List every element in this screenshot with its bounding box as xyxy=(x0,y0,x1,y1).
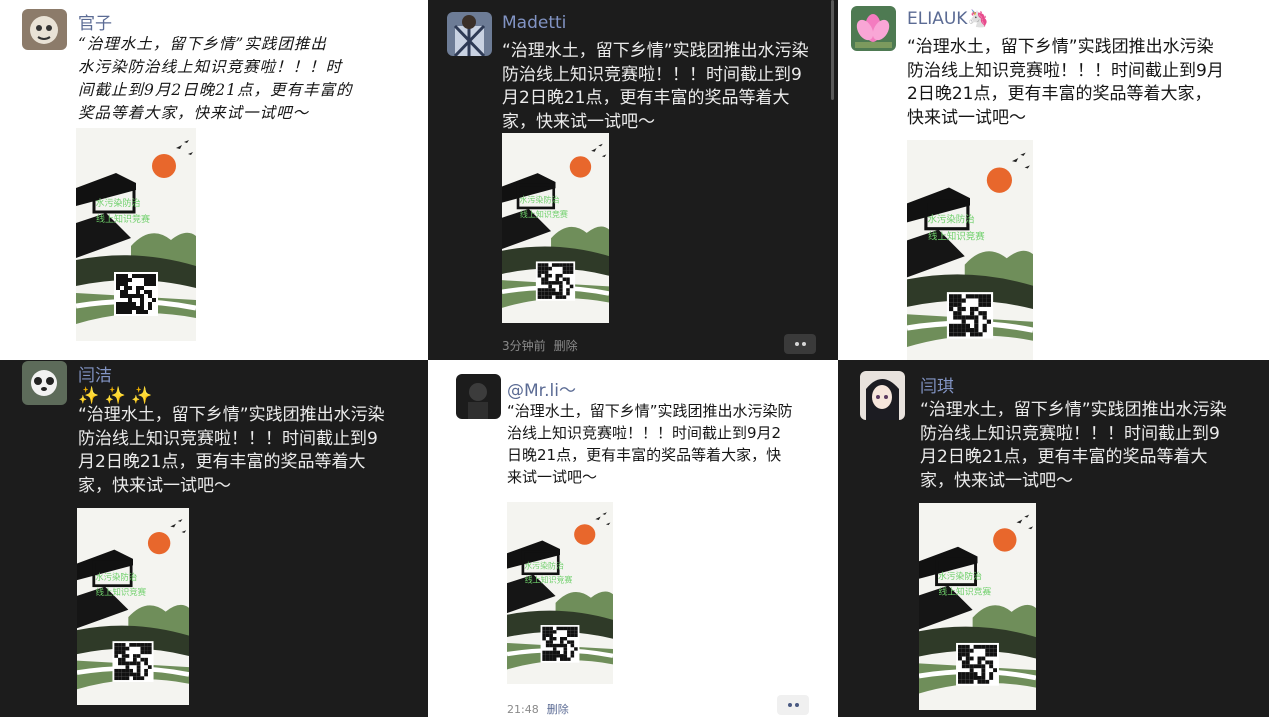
avatar-image xyxy=(22,9,67,50)
poster-title-1: 水污染防治 xyxy=(95,197,140,209)
sun-icon xyxy=(986,167,1012,193)
moment-post-6: 闫琪 “治理水土，留下乡情”实践团推出水污染 防治线上知识竞赛啦！！！时间截止到… xyxy=(838,360,1269,717)
poster-art: 水污染防治线上知识竞赛 xyxy=(918,503,1037,710)
post-text: “治理水土，留下乡情”实践团推出 水污染防治线上知识竞赛啦！！！时 间截止到9月… xyxy=(78,35,353,122)
poster-title-2: 线上知识竞赛 xyxy=(96,213,150,225)
poster-title-2: 线上知识竞赛 xyxy=(96,587,147,597)
moment-post-2: Madetti “治理水土，留下乡情”实践团推出水污染 防治线上知识竞赛啦！！！… xyxy=(428,0,838,360)
user-name[interactable]: ELIAUK🦄 xyxy=(907,9,989,29)
post-meta: 21:48 删除 xyxy=(507,701,569,717)
poster-image[interactable]: 水污染防治线上知识竞赛 xyxy=(76,508,190,705)
more-dots-icon[interactable] xyxy=(777,695,809,715)
poster-image[interactable]: 水污染防治线上知识竞赛 xyxy=(501,133,610,323)
user-name[interactable]: Madetti xyxy=(502,13,566,33)
more-dots-icon[interactable] xyxy=(784,334,816,354)
poster-title-1: 水污染防治 xyxy=(927,213,974,225)
poster-image[interactable]: 水污染防治线上知识竞赛 xyxy=(75,128,197,341)
avatar-image xyxy=(22,361,67,405)
poster-art: 水污染防治线上知识竞赛 xyxy=(506,502,614,684)
sun-icon xyxy=(152,154,176,178)
poster-image[interactable]: 水污染防治线上知识竞赛 xyxy=(918,503,1037,710)
post-text: “治理水土，留下乡情”实践团推出水污染 防治线上知识竞赛啦！！！时间截止到9 月… xyxy=(502,41,809,132)
poster-title-1: 水污染防治 xyxy=(95,572,137,582)
avatar-image xyxy=(851,6,896,51)
poster-art: 水污染防治线上知识竞赛 xyxy=(76,508,190,705)
post-text: “治理水土，留下乡情”实践团推出水污染 防治线上知识竞赛啦！！！时间截止到9月 … xyxy=(907,37,1224,128)
avatar[interactable] xyxy=(22,361,67,405)
poster-title-1: 水污染防治 xyxy=(938,570,982,582)
avatar[interactable] xyxy=(456,374,501,419)
poster-art: 水污染防治线上知识竞赛 xyxy=(75,128,197,341)
avatar-image xyxy=(860,371,905,420)
poster-art: 水污染防治线上知识竞赛 xyxy=(501,133,610,323)
poster-art: 水污染防治线上知识竞赛 xyxy=(906,140,1034,360)
post-meta: 3分钟前 删除 xyxy=(502,337,578,354)
moment-post-5: @Mr.li～ “治理水土，留下乡情”实践团推出水污染防 治线上知识竞赛啦！！！… xyxy=(428,360,838,717)
sun-icon xyxy=(569,156,592,178)
moment-post-4: 闫洁 ✨ ✨ ✨ “治理水土，留下乡情”实践团推出水污染 防治线上知识竞赛啦！！… xyxy=(0,360,428,717)
poster-image[interactable]: 水污染防治线上知识竞赛 xyxy=(906,140,1034,360)
moment-post-3: ELIAUK🦄 “治理水土，留下乡情”实践团推出水污染 防治线上知识竞赛啦！！！… xyxy=(838,0,1269,360)
sun-icon xyxy=(147,532,171,555)
user-name[interactable]: 官子 xyxy=(78,9,112,34)
poster-title-2: 线上知识竞赛 xyxy=(525,574,573,584)
avatar[interactable] xyxy=(851,6,896,51)
poster-title-2: 线上知识竞赛 xyxy=(520,209,568,219)
post-text: “治理水土，留下乡情”实践团推出水污染 防治线上知识竞赛啦！！！时间截止到9 月… xyxy=(920,400,1227,491)
avatar-image xyxy=(447,12,492,56)
user-name[interactable]: 闫洁 xyxy=(78,361,112,386)
poster-title-1: 水污染防治 xyxy=(519,195,559,205)
avatar[interactable] xyxy=(447,12,492,56)
post-time: 21:48 xyxy=(507,703,539,716)
user-name[interactable]: @Mr.li～ xyxy=(507,376,576,401)
poster-title-2: 线上知识竞赛 xyxy=(939,585,992,597)
user-name[interactable]: 闫琪 xyxy=(920,372,954,397)
poster-title-1: 水污染防治 xyxy=(524,561,564,571)
avatar[interactable] xyxy=(22,9,67,50)
poster-title-2: 线上知识竞赛 xyxy=(928,230,985,242)
avatar[interactable] xyxy=(860,371,905,420)
sun-icon xyxy=(993,528,1017,552)
delete-link[interactable]: 删除 xyxy=(547,703,569,716)
poster-image[interactable]: 水污染防治线上知识竞赛 xyxy=(506,502,614,684)
scrollbar[interactable] xyxy=(831,0,834,100)
delete-link[interactable]: 删除 xyxy=(554,339,578,353)
post-time: 3分钟前 xyxy=(502,339,546,353)
post-text: “治理水土，留下乡情”实践团推出水污染防 治线上知识竞赛啦！！！时间截止到9月2… xyxy=(507,402,793,486)
avatar-image xyxy=(456,374,501,419)
sun-icon xyxy=(574,524,596,545)
moment-post-1: 官子 “治理水土，留下乡情”实践团推出 水污染防治线上知识竞赛啦！！！时 间截止… xyxy=(0,0,428,360)
post-text: “治理水土，留下乡情”实践团推出水污染 防治线上知识竞赛啦！！！时间截止到9 月… xyxy=(78,405,385,496)
